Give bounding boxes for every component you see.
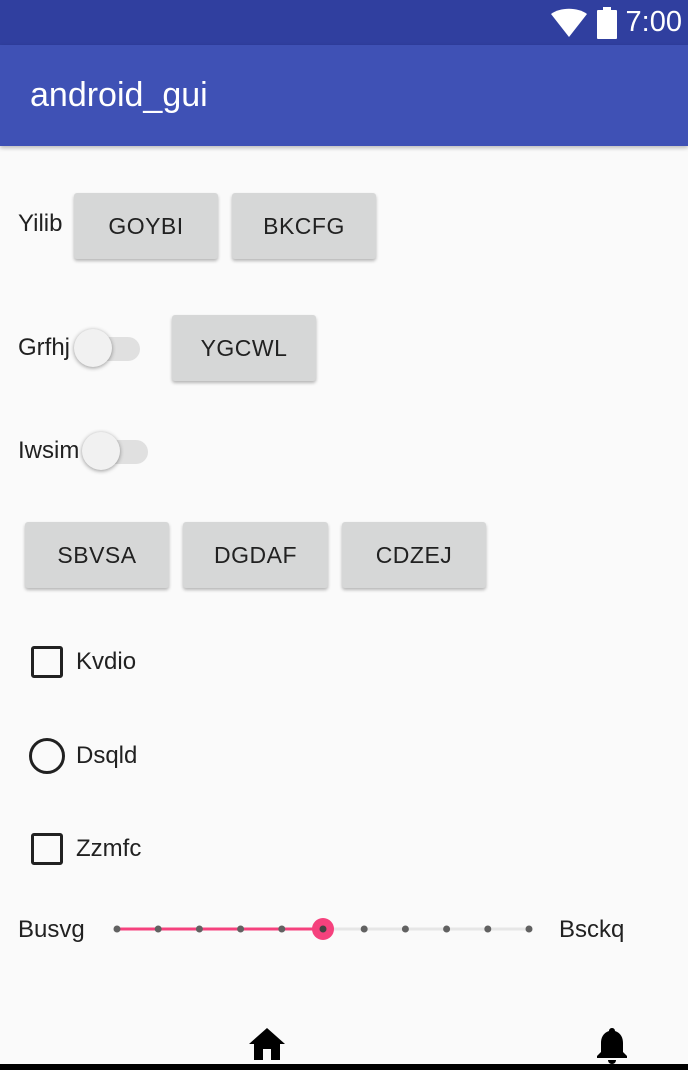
slider-thumb-tick bbox=[319, 925, 327, 933]
switch-thumb bbox=[82, 432, 120, 470]
dsqld-label: Dsqld bbox=[76, 742, 138, 769]
sbvsa-button[interactable]: SBVSA bbox=[25, 522, 169, 588]
ygcwl-button[interactable]: YGCWL bbox=[172, 315, 316, 381]
grfhj-switch[interactable] bbox=[74, 329, 140, 369]
slider-tick bbox=[278, 925, 286, 933]
zzmfc-checkbox[interactable] bbox=[31, 833, 63, 865]
slider-tick bbox=[484, 925, 492, 933]
label-grfhj: Grfhj bbox=[18, 334, 71, 361]
slider-tick bbox=[401, 925, 409, 933]
kvdio-checkbox[interactable] bbox=[31, 646, 63, 678]
notifications-icon[interactable] bbox=[596, 1026, 628, 1064]
slider-left-label: Busvg bbox=[18, 916, 85, 943]
slider-tick bbox=[113, 925, 121, 933]
label-iwsim: Iwsim bbox=[18, 437, 80, 464]
slider-right-label: Bsckq bbox=[559, 916, 625, 943]
wifi-icon bbox=[550, 8, 587, 37]
status-bar: 7:00 bbox=[0, 0, 688, 45]
slider-tick bbox=[525, 925, 533, 933]
slider-tick bbox=[195, 925, 203, 933]
kvdio-label: Kvdio bbox=[76, 648, 137, 675]
iwsim-switch[interactable] bbox=[82, 432, 148, 472]
dgdaf-button[interactable]: DGDAF bbox=[183, 522, 328, 588]
bkcfg-button[interactable]: BKCFG bbox=[232, 193, 376, 259]
slider-tick bbox=[360, 925, 368, 933]
navigation-bar-edge bbox=[0, 1064, 688, 1070]
slider-tick bbox=[443, 925, 451, 933]
battery-icon bbox=[596, 6, 617, 39]
app-bar: android_gui bbox=[0, 45, 688, 146]
status-time: 7:00 bbox=[625, 6, 682, 38]
app-title: android_gui bbox=[30, 76, 208, 114]
discrete-slider[interactable] bbox=[112, 910, 536, 948]
switch-thumb bbox=[74, 329, 112, 367]
goybi-button[interactable]: GOYBI bbox=[74, 193, 218, 259]
dsqld-radio[interactable] bbox=[29, 738, 65, 774]
status-icons: 7:00 bbox=[550, 0, 682, 45]
home-icon[interactable] bbox=[248, 1027, 286, 1061]
label-yilib: Yilib bbox=[18, 210, 63, 237]
cdzej-button[interactable]: CDZEJ bbox=[342, 522, 486, 588]
zzmfc-label: Zzmfc bbox=[76, 835, 142, 862]
slider-tick bbox=[237, 925, 245, 933]
slider-tick bbox=[154, 925, 162, 933]
